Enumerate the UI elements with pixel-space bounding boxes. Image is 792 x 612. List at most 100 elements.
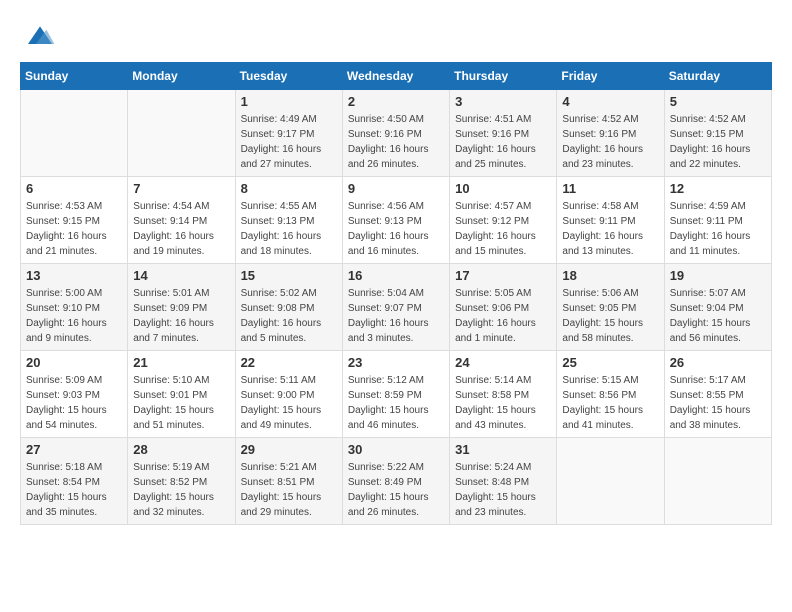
calendar-cell [21, 90, 128, 177]
calendar-cell: 4Sunrise: 4:52 AM Sunset: 9:16 PM Daylig… [557, 90, 664, 177]
day-content: Sunrise: 4:59 AM Sunset: 9:11 PM Dayligh… [670, 199, 766, 259]
day-content: Sunrise: 5:12 AM Sunset: 8:59 PM Dayligh… [348, 373, 444, 433]
weekday-header-monday: Monday [128, 63, 235, 90]
day-number: 3 [455, 94, 551, 109]
day-content: Sunrise: 5:19 AM Sunset: 8:52 PM Dayligh… [133, 460, 229, 520]
calendar-week-5: 27 Sunrise: 5:18 AM Sunset: 8:54 PM Dayli… [21, 438, 772, 525]
calendar-cell: 19 Sunrise: 5:07 AM Sunset: 9:04 PM Dayli… [664, 264, 771, 351]
day-number: 19 [670, 268, 766, 283]
day-content: Sunrise: 5:17 AM Sunset: 8:55 PM Dayligh… [670, 373, 766, 433]
day-number: 28 [133, 442, 229, 457]
day-number: 18 [562, 268, 658, 283]
calendar-week-3: 13 Sunrise: 5:00 AM Sunset: 9:10 PM Dayli… [21, 264, 772, 351]
day-number: 1 [241, 94, 337, 109]
calendar-cell: 14Sunrise: 5:01 AM Sunset: 9:09 PM Dayli… [128, 264, 235, 351]
day-content: Sunrise: 5:10 AM Sunset: 9:01 PM Dayligh… [133, 373, 229, 433]
calendar-cell: 13 Sunrise: 5:00 AM Sunset: 9:10 PM Dayli… [21, 264, 128, 351]
day-number: 10 [455, 181, 551, 196]
weekday-header-thursday: Thursday [450, 63, 557, 90]
calendar-cell: 26 Sunrise: 5:17 AM Sunset: 8:55 PM Dayli… [664, 351, 771, 438]
day-number: 2 [348, 94, 444, 109]
calendar-cell: 12 Sunrise: 4:59 AM Sunset: 9:11 PM Dayli… [664, 177, 771, 264]
calendar-cell: 5 Sunrise: 4:52 AM Sunset: 9:15 PM Daylig… [664, 90, 771, 177]
calendar-cell: 16 Sunrise: 5:04 AM Sunset: 9:07 PM Dayli… [342, 264, 449, 351]
day-content: Sunrise: 5:11 AM Sunset: 9:00 PM Dayligh… [241, 373, 337, 433]
calendar-cell: 18Sunrise: 5:06 AM Sunset: 9:05 PM Dayli… [557, 264, 664, 351]
day-content: Sunrise: 4:51 AM Sunset: 9:16 PM Dayligh… [455, 112, 551, 172]
logo-icon [24, 20, 56, 52]
day-number: 24 [455, 355, 551, 370]
day-content: Sunrise: 4:54 AM Sunset: 9:14 PM Dayligh… [133, 199, 229, 259]
day-content: Sunrise: 4:56 AM Sunset: 9:13 PM Dayligh… [348, 199, 444, 259]
calendar-cell [557, 438, 664, 525]
day-content: Sunrise: 5:02 AM Sunset: 9:08 PM Dayligh… [241, 286, 337, 346]
calendar-cell: 29Sunrise: 5:21 AM Sunset: 8:51 PM Dayli… [235, 438, 342, 525]
day-content: Sunrise: 5:18 AM Sunset: 8:54 PM Dayligh… [26, 460, 122, 520]
day-content: Sunrise: 5:01 AM Sunset: 9:09 PM Dayligh… [133, 286, 229, 346]
weekday-header-saturday: Saturday [664, 63, 771, 90]
day-content: Sunrise: 5:24 AM Sunset: 8:48 PM Dayligh… [455, 460, 551, 520]
day-number: 5 [670, 94, 766, 109]
weekday-header-sunday: Sunday [21, 63, 128, 90]
day-content: Sunrise: 5:07 AM Sunset: 9:04 PM Dayligh… [670, 286, 766, 346]
day-content: Sunrise: 4:58 AM Sunset: 9:11 PM Dayligh… [562, 199, 658, 259]
day-number: 13 [26, 268, 122, 283]
day-content: Sunrise: 5:15 AM Sunset: 8:56 PM Dayligh… [562, 373, 658, 433]
day-number: 30 [348, 442, 444, 457]
day-number: 15 [241, 268, 337, 283]
day-content: Sunrise: 4:53 AM Sunset: 9:15 PM Dayligh… [26, 199, 122, 259]
day-number: 31 [455, 442, 551, 457]
day-content: Sunrise: 4:49 AM Sunset: 9:17 PM Dayligh… [241, 112, 337, 172]
calendar-cell: 11Sunrise: 4:58 AM Sunset: 9:11 PM Dayli… [557, 177, 664, 264]
calendar-week-2: 6 Sunrise: 4:53 AM Sunset: 9:15 PM Daylig… [21, 177, 772, 264]
calendar-cell: 24 Sunrise: 5:14 AM Sunset: 8:58 PM Dayli… [450, 351, 557, 438]
calendar-cell: 10 Sunrise: 4:57 AM Sunset: 9:12 PM Dayli… [450, 177, 557, 264]
calendar-week-1: 1 Sunrise: 4:49 AM Sunset: 9:17 PM Daylig… [21, 90, 772, 177]
day-number: 7 [133, 181, 229, 196]
calendar-cell [128, 90, 235, 177]
day-number: 25 [562, 355, 658, 370]
calendar-cell: 1 Sunrise: 4:49 AM Sunset: 9:17 PM Daylig… [235, 90, 342, 177]
day-content: Sunrise: 4:50 AM Sunset: 9:16 PM Dayligh… [348, 112, 444, 172]
day-number: 23 [348, 355, 444, 370]
day-number: 29 [241, 442, 337, 457]
weekday-header-friday: Friday [557, 63, 664, 90]
calendar-cell: 6 Sunrise: 4:53 AM Sunset: 9:15 PM Daylig… [21, 177, 128, 264]
day-content: Sunrise: 5:09 AM Sunset: 9:03 PM Dayligh… [26, 373, 122, 433]
day-content: Sunrise: 4:52 AM Sunset: 9:15 PM Dayligh… [670, 112, 766, 172]
day-number: 27 [26, 442, 122, 457]
day-number: 26 [670, 355, 766, 370]
day-content: Sunrise: 5:00 AM Sunset: 9:10 PM Dayligh… [26, 286, 122, 346]
calendar-cell: 22 Sunrise: 5:11 AM Sunset: 9:00 PM Dayli… [235, 351, 342, 438]
calendar-cell: 17 Sunrise: 5:05 AM Sunset: 9:06 PM Dayli… [450, 264, 557, 351]
day-number: 16 [348, 268, 444, 283]
day-content: Sunrise: 5:14 AM Sunset: 8:58 PM Dayligh… [455, 373, 551, 433]
calendar-cell: 3 Sunrise: 4:51 AM Sunset: 9:16 PM Daylig… [450, 90, 557, 177]
day-number: 6 [26, 181, 122, 196]
calendar-cell: 21 Sunrise: 5:10 AM Sunset: 9:01 PM Dayli… [128, 351, 235, 438]
calendar-cell: 9 Sunrise: 4:56 AM Sunset: 9:13 PM Daylig… [342, 177, 449, 264]
calendar-cell: 15 Sunrise: 5:02 AM Sunset: 9:08 PM Dayli… [235, 264, 342, 351]
logo [20, 20, 56, 52]
calendar-cell: 25 Sunrise: 5:15 AM Sunset: 8:56 PM Dayli… [557, 351, 664, 438]
day-content: Sunrise: 5:05 AM Sunset: 9:06 PM Dayligh… [455, 286, 551, 346]
calendar-cell: 27 Sunrise: 5:18 AM Sunset: 8:54 PM Dayli… [21, 438, 128, 525]
calendar-cell: 30Sunrise: 5:22 AM Sunset: 8:49 PM Dayli… [342, 438, 449, 525]
calendar-cell: 28 Sunrise: 5:19 AM Sunset: 8:52 PM Dayli… [128, 438, 235, 525]
day-content: Sunrise: 4:57 AM Sunset: 9:12 PM Dayligh… [455, 199, 551, 259]
weekday-header-wednesday: Wednesday [342, 63, 449, 90]
day-number: 8 [241, 181, 337, 196]
day-number: 17 [455, 268, 551, 283]
day-content: Sunrise: 4:55 AM Sunset: 9:13 PM Dayligh… [241, 199, 337, 259]
day-number: 20 [26, 355, 122, 370]
day-number: 22 [241, 355, 337, 370]
calendar-cell: 7 Sunrise: 4:54 AM Sunset: 9:14 PM Daylig… [128, 177, 235, 264]
calendar-header: SundayMondayTuesdayWednesdayThursdayFrid… [21, 63, 772, 90]
day-number: 21 [133, 355, 229, 370]
calendar-body: 1 Sunrise: 4:49 AM Sunset: 9:17 PM Daylig… [21, 90, 772, 525]
day-content: Sunrise: 5:04 AM Sunset: 9:07 PM Dayligh… [348, 286, 444, 346]
calendar-week-4: 20 Sunrise: 5:09 AM Sunset: 9:03 PM Dayli… [21, 351, 772, 438]
day-number: 9 [348, 181, 444, 196]
day-number: 4 [562, 94, 658, 109]
day-number: 12 [670, 181, 766, 196]
